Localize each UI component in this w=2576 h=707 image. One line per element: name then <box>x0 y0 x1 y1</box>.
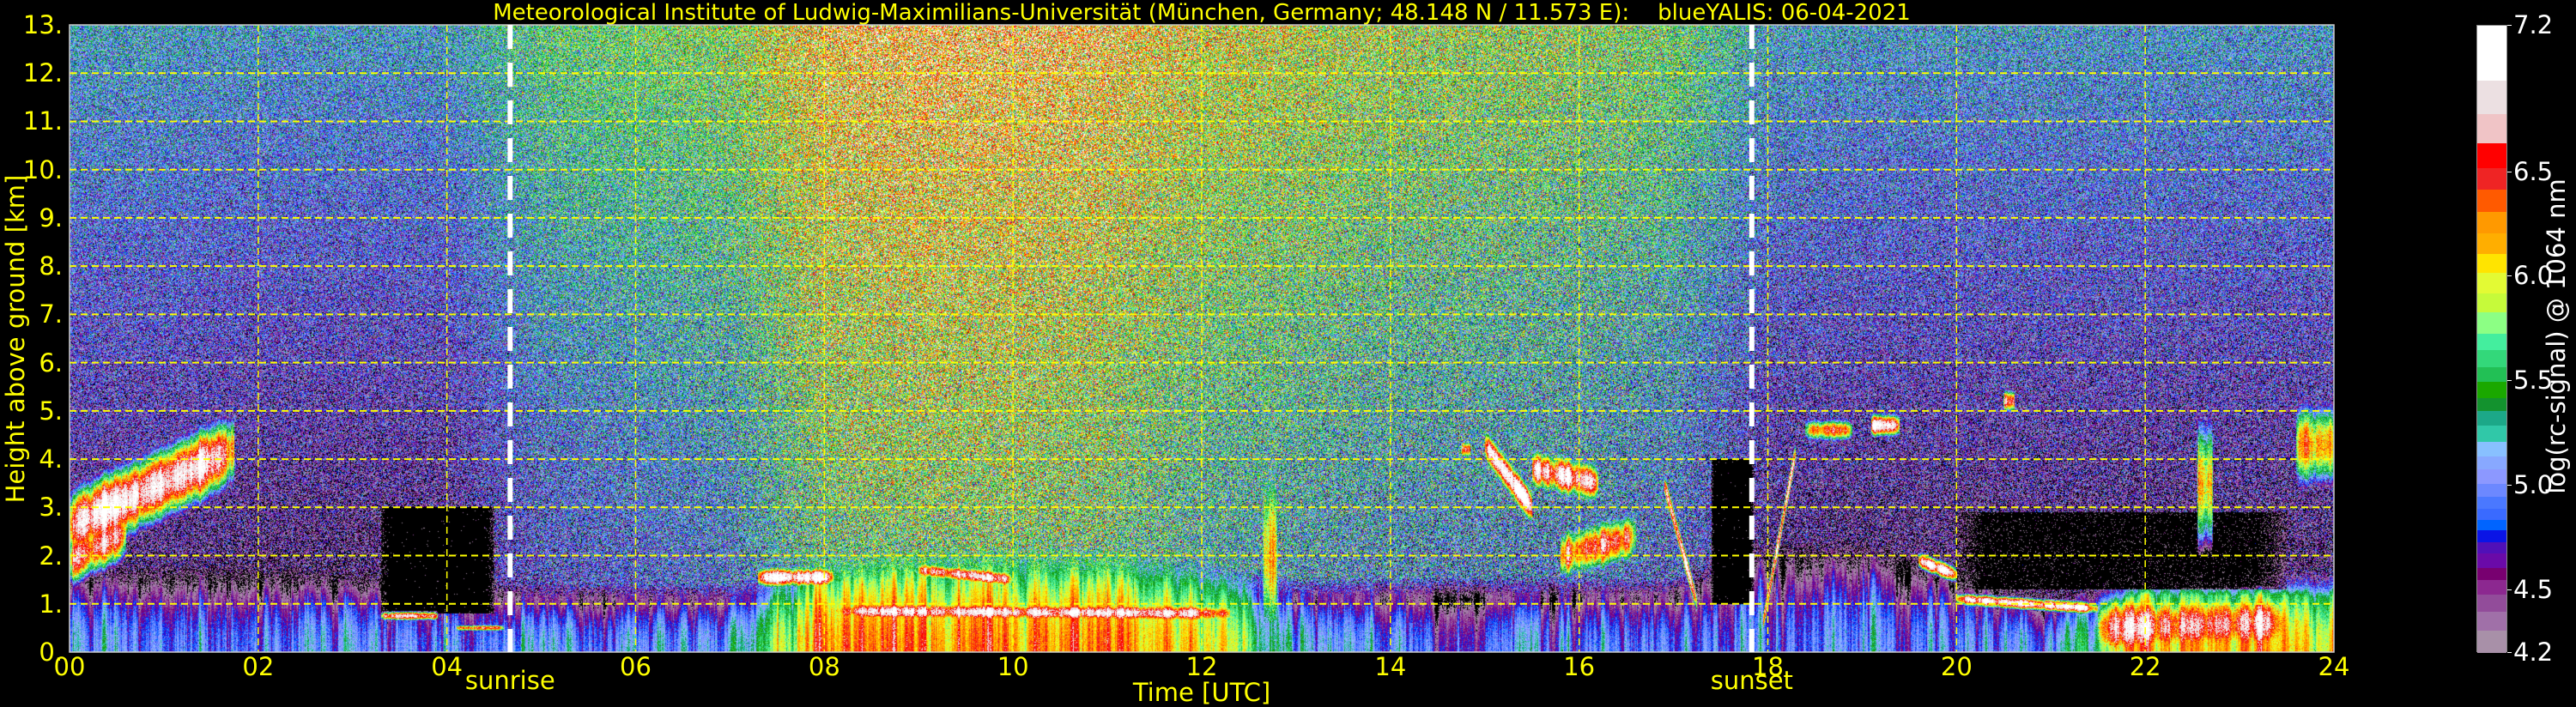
grid-overlay <box>69 24 2335 653</box>
colorbar-segment <box>2477 529 2506 543</box>
colorbar-segment <box>2477 425 2506 443</box>
colorbar-segment <box>2477 508 2506 520</box>
colorbar-tick-label: 4.2 <box>2513 638 2554 667</box>
colorbar-segment <box>2477 293 2506 313</box>
x-tick-label: 10 <box>997 652 1029 681</box>
colorbar-segment <box>2477 541 2506 553</box>
x-tick-label: 14 <box>1374 652 1407 681</box>
colorbar-segment <box>2477 496 2506 510</box>
colorbar-tick-mark <box>2507 652 2512 653</box>
colorbar-label: log(rc-signal) @ 1064 nm <box>2542 178 2571 494</box>
colorbar-tick-mark <box>2507 589 2512 590</box>
y-tick-label: 5. <box>39 396 63 426</box>
colorbar-segment <box>2477 311 2506 334</box>
colorbar-segment <box>2477 142 2506 169</box>
y-tick-label: 12. <box>22 58 63 88</box>
y-tick-label: 7. <box>39 299 63 329</box>
x-axis-label: Time [UTC] <box>1132 678 1271 707</box>
x-tick-label: 24 <box>2318 652 2350 681</box>
colorbar-segment <box>2477 579 2506 595</box>
x-tick-label: 20 <box>1940 652 1973 681</box>
y-tick-label: 4. <box>39 444 63 474</box>
sunset-label: sunset <box>1710 666 1793 695</box>
colorbar-segment <box>2477 272 2506 294</box>
colorbar-tick-mark <box>2507 485 2512 486</box>
colorbar-tick-label: 7.2 <box>2513 10 2554 39</box>
y-tick-label: 8. <box>39 251 63 281</box>
colorbar-segment <box>2477 567 2506 581</box>
plot-area <box>69 24 2335 653</box>
colorbar-segment <box>2477 441 2506 457</box>
colorbar-segment <box>2477 349 2506 367</box>
colorbar-segment <box>2477 410 2506 426</box>
colorbar-segment <box>2477 381 2506 399</box>
x-tick-label: 04 <box>431 652 464 681</box>
y-axis-label: Height above ground [km] <box>1 174 30 504</box>
colorbar-segment <box>2477 553 2506 568</box>
x-tick-label: 16 <box>1563 652 1596 681</box>
x-tick-label: 12 <box>1185 652 1218 681</box>
colorbar-segment <box>2477 189 2506 213</box>
colorbar-segment <box>2477 80 2506 114</box>
y-tick-label: 13. <box>22 10 63 39</box>
chart-title: Meteorological Institute of Ludwig-Maxim… <box>493 0 1911 26</box>
colorbar-segment <box>2477 167 2506 190</box>
colorbar-tick-label: 4.5 <box>2513 574 2554 604</box>
colorbar-segment <box>2477 233 2506 255</box>
colorbar-segment <box>2477 211 2506 233</box>
colorbar-segment <box>2477 113 2506 143</box>
colorbar-segment <box>2477 483 2506 497</box>
y-tick-label: 6. <box>39 347 63 378</box>
colorbar-segment <box>2477 630 2506 654</box>
x-tick-label: 22 <box>2129 652 2161 681</box>
colorbar-segment <box>2477 594 2506 612</box>
y-tick-label: 11. <box>22 106 63 136</box>
x-tick-label: 02 <box>242 652 275 681</box>
colorbar-segment <box>2477 26 2506 81</box>
colorbar-tick-mark <box>2507 275 2512 277</box>
colorbar-segment <box>2477 333 2506 351</box>
x-tick-label: 08 <box>808 652 840 681</box>
y-tick-label: 3. <box>39 492 63 523</box>
colorbar-segment <box>2477 366 2506 382</box>
colorbar-segment <box>2477 397 2506 411</box>
sunrise-label: sunrise <box>464 666 555 695</box>
colorbar-segment <box>2477 611 2506 631</box>
y-tick-label: 2. <box>39 541 63 571</box>
colorbar-tick-mark <box>2507 380 2512 382</box>
colorbar-segment <box>2477 253 2506 274</box>
x-tick-label: 06 <box>620 652 652 681</box>
colorbar-segment <box>2477 468 2506 485</box>
colorbar-segment <box>2477 519 2506 530</box>
colorbar-tick-mark <box>2507 25 2512 26</box>
colorbar <box>2476 25 2507 654</box>
y-tick-label: 1. <box>39 589 63 619</box>
x-tick-label: 00 <box>53 652 86 681</box>
y-tick-label: 9. <box>39 202 63 233</box>
colorbar-segment <box>2477 456 2506 470</box>
